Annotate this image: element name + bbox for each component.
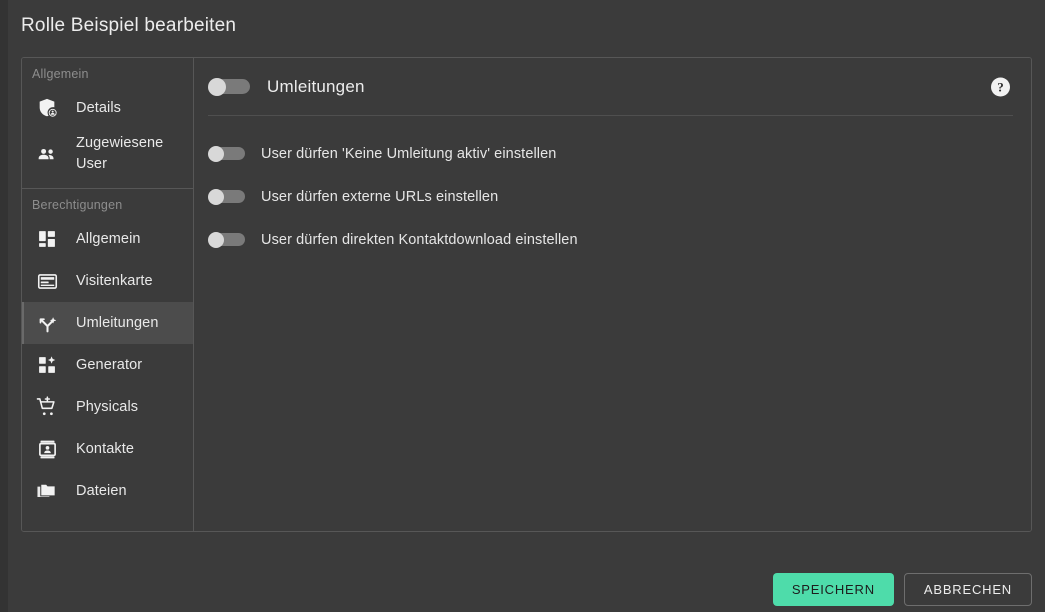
save-button[interactable]: SPEICHERN bbox=[772, 573, 894, 606]
grid-sparkle-icon bbox=[36, 355, 58, 375]
toggle-knob bbox=[208, 146, 224, 162]
shield-badge-icon bbox=[36, 97, 58, 119]
option-row-keine-umleitung[interactable]: User dürfen 'Keine Umleitung aktiv' eins… bbox=[208, 132, 1031, 175]
sidebar-item-zugewiesene-user[interactable]: Zugewiesene User bbox=[22, 129, 193, 179]
cart-plus-icon bbox=[36, 396, 58, 418]
help-icon[interactable]: ? bbox=[991, 77, 1010, 96]
sidebar-nav: Allgemein Details Zugewiesene User Berec… bbox=[22, 58, 194, 531]
content-header: Umleitungen ? bbox=[194, 58, 1031, 115]
nav-group-berechtigungen: Berechtigungen Allgemein Visitenkarte Um… bbox=[22, 188, 193, 512]
sidebar-item-kontakte[interactable]: Kontakte bbox=[22, 428, 193, 470]
sidebar-item-umleitungen[interactable]: Umleitungen bbox=[22, 302, 193, 344]
options-list: User dürfen 'Keine Umleitung aktiv' eins… bbox=[194, 116, 1031, 261]
option-toggle[interactable] bbox=[208, 146, 245, 162]
option-toggle[interactable] bbox=[208, 232, 245, 248]
toggle-knob bbox=[208, 232, 224, 248]
sidebar-item-label: Physicals bbox=[76, 398, 139, 415]
dialog-page: Rolle Beispiel bearbeiten Allgemein Deta… bbox=[8, 0, 1045, 612]
sidebar-item-label: Allgemein bbox=[76, 230, 141, 247]
sidebar-item-details[interactable]: Details bbox=[22, 87, 193, 129]
option-row-kontaktdownload[interactable]: User dürfen direkten Kontaktdownload ein… bbox=[208, 218, 1031, 261]
nav-group-allgemein: Allgemein Details Zugewiesene User bbox=[22, 67, 193, 179]
contact-card-icon bbox=[36, 439, 58, 460]
umleitungen-master-toggle[interactable] bbox=[208, 78, 250, 96]
sidebar-item-label: Details bbox=[76, 99, 122, 116]
card-icon bbox=[36, 271, 58, 292]
content-panel: Umleitungen ? User dürfen 'Keine Umleitu… bbox=[194, 58, 1031, 531]
sidebar-item-label: Dateien bbox=[76, 482, 127, 499]
sidebar-item-allgemein[interactable]: Allgemein bbox=[22, 218, 193, 260]
option-row-externe-urls[interactable]: User dürfen externe URLs einstellen bbox=[208, 175, 1031, 218]
option-toggle[interactable] bbox=[208, 189, 245, 205]
sidebar-item-dateien[interactable]: Dateien bbox=[22, 470, 193, 512]
people-icon bbox=[36, 143, 58, 165]
sidebar-item-label: Visitenkarte bbox=[76, 272, 153, 289]
option-label: User dürfen 'Keine Umleitung aktiv' eins… bbox=[261, 145, 557, 162]
sidebar-item-label: Zugewiesene User bbox=[76, 135, 164, 172]
option-label: User dürfen externe URLs einstellen bbox=[261, 188, 499, 205]
sidebar-item-label: Umleitungen bbox=[76, 314, 159, 331]
dashboard-grid-icon bbox=[36, 229, 58, 249]
page-title: Rolle Beispiel bearbeiten bbox=[21, 15, 237, 36]
sidebar-item-label: Kontakte bbox=[76, 440, 135, 457]
option-label: User dürfen direkten Kontaktdownload ein… bbox=[261, 231, 578, 248]
nav-group-label: Berechtigungen bbox=[32, 198, 123, 212]
toggle-knob bbox=[208, 78, 226, 96]
left-edge-gutter bbox=[0, 0, 8, 612]
cancel-button[interactable]: ABBRECHEN bbox=[903, 573, 1032, 606]
fork-arrow-icon bbox=[36, 313, 58, 334]
settings-card: Allgemein Details Zugewiesene User Berec… bbox=[21, 57, 1032, 532]
folders-icon bbox=[36, 480, 58, 502]
footer-actions: SPEICHERN ABBRECHEN bbox=[772, 573, 1032, 606]
sidebar-item-physicals[interactable]: Physicals bbox=[22, 386, 193, 428]
nav-group-label: Allgemein bbox=[32, 67, 89, 81]
content-title: Umleitungen bbox=[267, 76, 365, 96]
sidebar-item-visitenkarte[interactable]: Visitenkarte bbox=[22, 260, 193, 302]
sidebar-item-label: Generator bbox=[76, 356, 143, 373]
sidebar-item-generator[interactable]: Generator bbox=[22, 344, 193, 386]
toggle-knob bbox=[208, 189, 224, 205]
